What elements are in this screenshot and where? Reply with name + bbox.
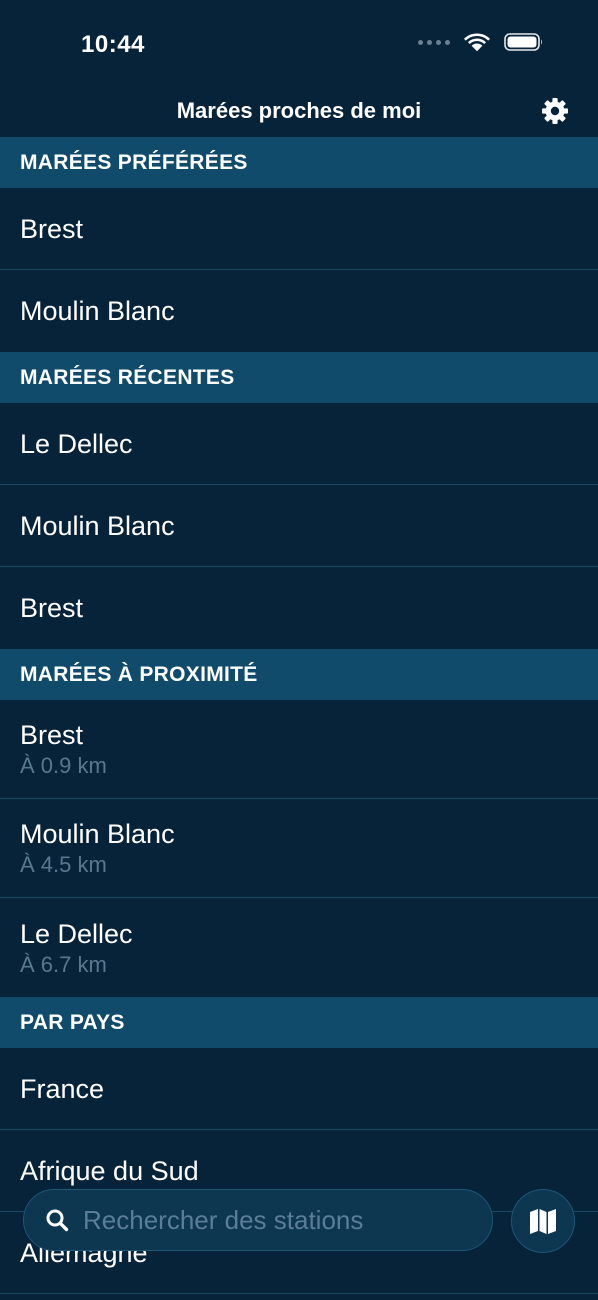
search-icon bbox=[46, 1209, 69, 1232]
list-item[interactable]: Moulin Blanc bbox=[0, 485, 598, 567]
country-name: Afrique du Sud bbox=[20, 1155, 199, 1186]
status-icons bbox=[418, 32, 544, 52]
station-name: Brest bbox=[20, 213, 84, 244]
station-name: Moulin Blanc bbox=[20, 510, 175, 541]
search-input[interactable] bbox=[83, 1204, 492, 1236]
station-distance: À 6.7 km bbox=[20, 951, 107, 977]
battery-icon bbox=[504, 33, 543, 51]
section-title: MARÉES À PROXIMITÉ bbox=[20, 662, 258, 686]
list-item[interactable]: Brest À 0.9 km bbox=[0, 700, 598, 799]
list-item[interactable]: Brest bbox=[0, 188, 598, 270]
station-name: Moulin Blanc bbox=[20, 296, 175, 326]
nav-bar: Marées proches de moi bbox=[0, 90, 598, 136]
stations-list: MARÉES PRÉFÉRÉES Brest Moulin Blanc MARÉ… bbox=[0, 137, 598, 1294]
list-item[interactable]: Le Dellec À 6.7 km bbox=[0, 898, 598, 997]
wifi-icon bbox=[464, 33, 490, 52]
map-icon bbox=[530, 1209, 556, 1234]
map-button[interactable] bbox=[511, 1189, 575, 1253]
station-name: Moulin Blanc bbox=[20, 819, 175, 849]
station-distance: À 4.5 km bbox=[20, 852, 107, 877]
list-item[interactable]: Moulin Blanc bbox=[0, 270, 598, 352]
search-bar[interactable] bbox=[23, 1189, 493, 1251]
section-title: MARÉES RÉCENTES bbox=[20, 365, 235, 389]
station-distance: À 0.9 km bbox=[20, 753, 107, 778]
section-title: MARÉES PRÉFÉRÉES bbox=[20, 150, 248, 174]
gear-icon[interactable] bbox=[540, 96, 570, 126]
status-bar: 10:44 bbox=[0, 0, 598, 90]
list-item[interactable]: France bbox=[0, 1048, 598, 1130]
list-item[interactable]: Le Dellec bbox=[0, 403, 598, 485]
station-name: Le Dellec bbox=[20, 918, 133, 949]
signal-dots-icon bbox=[418, 39, 450, 45]
section-header-nearby: MARÉES À PROXIMITÉ bbox=[0, 649, 598, 700]
station-name: Brest bbox=[20, 593, 84, 623]
page-title: Marées proches de moi bbox=[176, 98, 422, 123]
section-header-recent: MARÉES RÉCENTES bbox=[0, 352, 598, 403]
list-item[interactable]: Brest bbox=[0, 567, 598, 649]
station-name: Brest bbox=[20, 720, 84, 750]
section-header-by-country: PAR PAYS bbox=[0, 997, 598, 1048]
status-time: 10:44 bbox=[81, 31, 145, 58]
section-header-favorites: MARÉES PRÉFÉRÉES bbox=[0, 137, 598, 188]
country-name: France bbox=[20, 1073, 105, 1104]
list-item[interactable]: Moulin Blanc À 4.5 km bbox=[0, 799, 598, 898]
section-title: PAR PAYS bbox=[20, 1010, 125, 1034]
station-name: Le Dellec bbox=[20, 428, 133, 459]
